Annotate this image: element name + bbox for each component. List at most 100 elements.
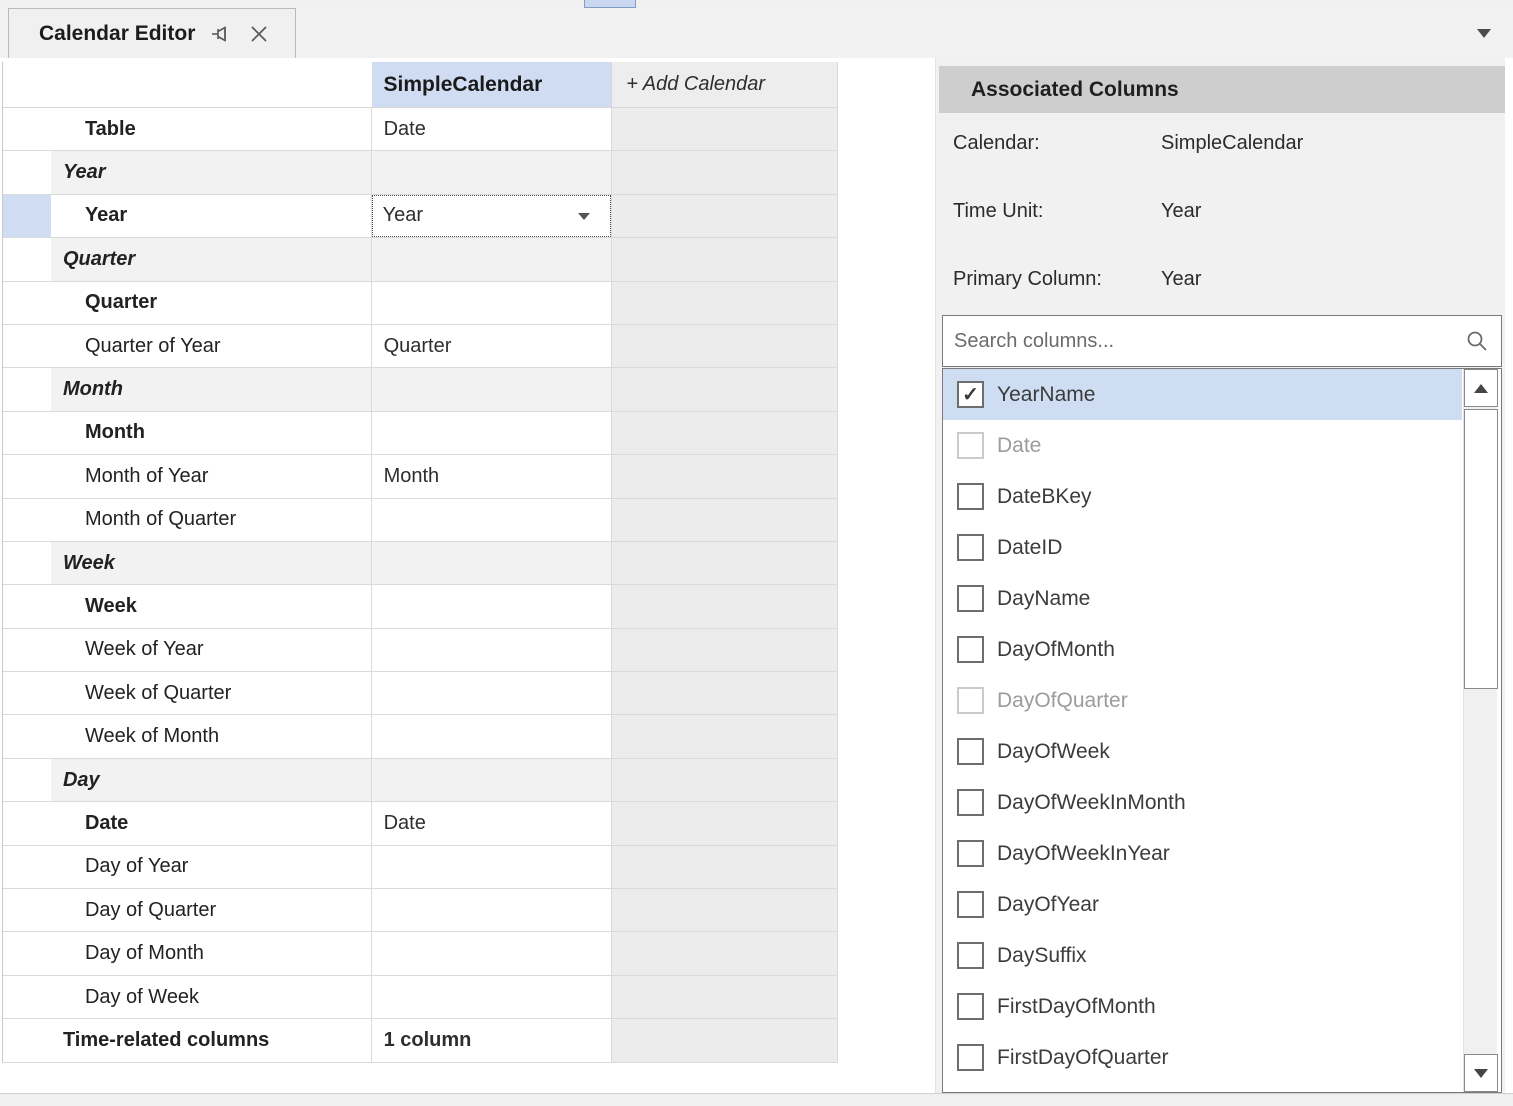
column-checkbox[interactable]: ✓ xyxy=(957,891,984,918)
row-value-cell[interactable] xyxy=(372,282,613,324)
column-checkbox[interactable]: ✓ xyxy=(957,993,984,1020)
column-checkbox[interactable]: ✓ xyxy=(957,381,984,408)
row-value-cell[interactable] xyxy=(372,889,613,931)
row-empty-cell[interactable] xyxy=(612,238,838,280)
row-empty-cell[interactable] xyxy=(612,368,838,410)
row-value-cell[interactable] xyxy=(372,238,613,280)
row-value-cell[interactable] xyxy=(372,976,613,1018)
column-list-item[interactable]: ✓ DayOfYear xyxy=(943,879,1462,930)
row-empty-cell[interactable] xyxy=(612,585,838,627)
column-list-item[interactable]: ✓ DayOfQuarter xyxy=(943,675,1462,726)
scrollbar-down-button[interactable] xyxy=(1464,1054,1498,1092)
column-checkbox[interactable]: ✓ xyxy=(957,789,984,816)
row-empty-cell[interactable] xyxy=(612,976,838,1018)
column-checkbox[interactable]: ✓ xyxy=(957,687,984,714)
row-selection-margin[interactable] xyxy=(3,325,51,367)
grid-header-calendar[interactable]: SimpleCalendar xyxy=(372,62,613,108)
row-empty-cell[interactable] xyxy=(612,282,838,324)
row-empty-cell[interactable] xyxy=(612,195,838,237)
column-checkbox[interactable]: ✓ xyxy=(957,738,984,765)
row-value-cell[interactable]: Date xyxy=(372,108,613,150)
search-input[interactable] xyxy=(943,330,1465,353)
row-empty-cell[interactable] xyxy=(612,499,838,541)
row-selection-margin[interactable] xyxy=(3,1019,51,1061)
scrollbar-thumb[interactable] xyxy=(1464,409,1498,689)
row-selection-margin[interactable] xyxy=(3,715,51,757)
column-checkbox[interactable]: ✓ xyxy=(957,942,984,969)
row-selection-margin[interactable] xyxy=(3,585,51,627)
row-selection-margin[interactable] xyxy=(3,195,51,237)
row-empty-cell[interactable] xyxy=(612,108,838,150)
row-value-cell[interactable] xyxy=(372,542,613,584)
row-selection-margin[interactable] xyxy=(3,976,51,1018)
row-selection-margin[interactable] xyxy=(3,889,51,931)
column-list-item[interactable]: ✓ DayOfWeekInYear xyxy=(943,828,1462,879)
row-empty-cell[interactable] xyxy=(612,802,838,844)
column-list-item[interactable]: ✓ YearName xyxy=(943,369,1462,420)
row-selection-margin[interactable] xyxy=(3,238,51,280)
row-selection-margin[interactable] xyxy=(3,802,51,844)
column-list-item[interactable]: ✓ DateBKey xyxy=(943,471,1462,522)
row-value-cell[interactable] xyxy=(372,932,613,974)
row-value-dropdown[interactable]: Year xyxy=(372,195,612,237)
column-list-item[interactable]: ✓ FirstDayOfYear xyxy=(943,1083,1462,1093)
row-value-cell[interactable]: Quarter xyxy=(372,325,613,367)
pin-icon[interactable] xyxy=(209,22,233,46)
row-value-cell[interactable] xyxy=(372,846,613,888)
row-empty-cell[interactable] xyxy=(612,455,838,497)
row-selection-margin[interactable] xyxy=(3,629,51,671)
row-selection-margin[interactable] xyxy=(3,846,51,888)
column-list-item[interactable]: ✓ DateID xyxy=(943,522,1462,573)
row-value-cell[interactable]: Date xyxy=(372,802,613,844)
row-selection-margin[interactable] xyxy=(3,151,51,193)
row-selection-margin[interactable] xyxy=(3,282,51,324)
row-empty-cell[interactable] xyxy=(612,629,838,671)
column-list-item[interactable]: ✓ Date xyxy=(943,420,1462,471)
scrollbar-up-button[interactable] xyxy=(1464,369,1498,407)
column-list-item[interactable]: ✓ DayOfMonth xyxy=(943,624,1462,675)
row-empty-cell[interactable] xyxy=(612,672,838,714)
row-empty-cell[interactable] xyxy=(612,542,838,584)
columns-scrollbar[interactable] xyxy=(1463,369,1497,1092)
row-empty-cell[interactable] xyxy=(612,151,838,193)
row-value-cell[interactable] xyxy=(372,412,613,454)
row-empty-cell[interactable] xyxy=(612,412,838,454)
row-value-cell[interactable] xyxy=(372,585,613,627)
column-list-item[interactable]: ✓ DayOfWeek xyxy=(943,726,1462,777)
column-checkbox[interactable]: ✓ xyxy=(957,483,984,510)
row-empty-cell[interactable] xyxy=(612,889,838,931)
row-value-cell[interactable] xyxy=(372,759,613,801)
row-value-cell[interactable]: Month xyxy=(372,455,613,497)
row-empty-cell[interactable] xyxy=(612,325,838,367)
column-list-item[interactable]: ✓ DaySuffix xyxy=(943,930,1462,981)
row-selection-margin[interactable] xyxy=(3,672,51,714)
row-value-cell[interactable]: Year xyxy=(372,195,613,237)
row-selection-margin[interactable] xyxy=(3,499,51,541)
row-selection-margin[interactable] xyxy=(3,412,51,454)
column-checkbox[interactable]: ✓ xyxy=(957,534,984,561)
column-list-item[interactable]: ✓ DayOfWeekInMonth xyxy=(943,777,1462,828)
add-calendar-button[interactable]: + Add Calendar xyxy=(612,62,838,108)
column-list-item[interactable]: ✓ DayName xyxy=(943,573,1462,624)
tab-calendar-editor[interactable]: Calendar Editor xyxy=(8,8,296,58)
row-selection-margin[interactable] xyxy=(3,542,51,584)
row-empty-cell[interactable] xyxy=(612,759,838,801)
row-value-cell[interactable] xyxy=(372,672,613,714)
row-selection-margin[interactable] xyxy=(3,368,51,410)
row-value-cell[interactable] xyxy=(372,151,613,193)
column-checkbox[interactable]: ✓ xyxy=(957,840,984,867)
row-value-cell[interactable] xyxy=(372,629,613,671)
close-icon[interactable] xyxy=(247,22,271,46)
row-value-cell[interactable] xyxy=(372,368,613,410)
column-list-item[interactable]: ✓ FirstDayOfMonth xyxy=(943,981,1462,1032)
column-checkbox[interactable]: ✓ xyxy=(957,1044,984,1071)
column-checkbox[interactable]: ✓ xyxy=(957,432,984,459)
row-selection-margin[interactable] xyxy=(3,759,51,801)
panel-menu-caret-icon[interactable] xyxy=(1477,29,1491,38)
row-selection-margin[interactable] xyxy=(3,455,51,497)
row-selection-margin[interactable] xyxy=(3,932,51,974)
row-value-cell[interactable] xyxy=(372,715,613,757)
row-empty-cell[interactable] xyxy=(612,1019,838,1061)
row-empty-cell[interactable] xyxy=(612,846,838,888)
row-value-cell[interactable] xyxy=(372,499,613,541)
